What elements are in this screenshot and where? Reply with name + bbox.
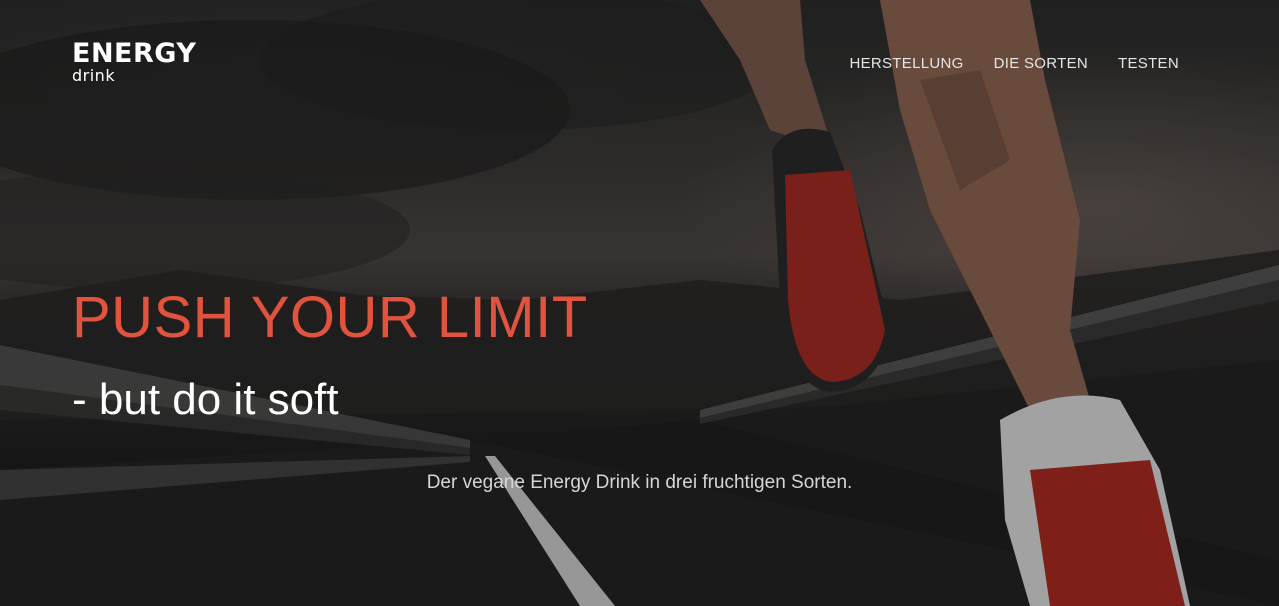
nav-link-herstellung[interactable]: HERSTELLUNG: [849, 52, 963, 76]
hero-subline: - but do it soft: [72, 375, 339, 424]
logo-text-energy: ENERGY: [72, 38, 197, 69]
brand-logo[interactable]: ENERGY drink: [72, 40, 196, 84]
nav-link-die-sorten[interactable]: DIE SORTEN: [994, 52, 1088, 76]
hero-section: ENERGY drink HERSTELLUNG DIE SORTEN TEST…: [0, 0, 1279, 606]
main-nav: HERSTELLUNG DIE SORTEN TESTEN: [849, 52, 1179, 76]
hero-headline: PUSH YOUR LIMIT: [72, 285, 588, 350]
hero-tagline: Der vegane Energy Drink in drei fruchtig…: [426, 472, 853, 493]
nav-link-testen[interactable]: TESTEN: [1118, 52, 1179, 76]
logo-text-drink: drink: [72, 66, 116, 85]
